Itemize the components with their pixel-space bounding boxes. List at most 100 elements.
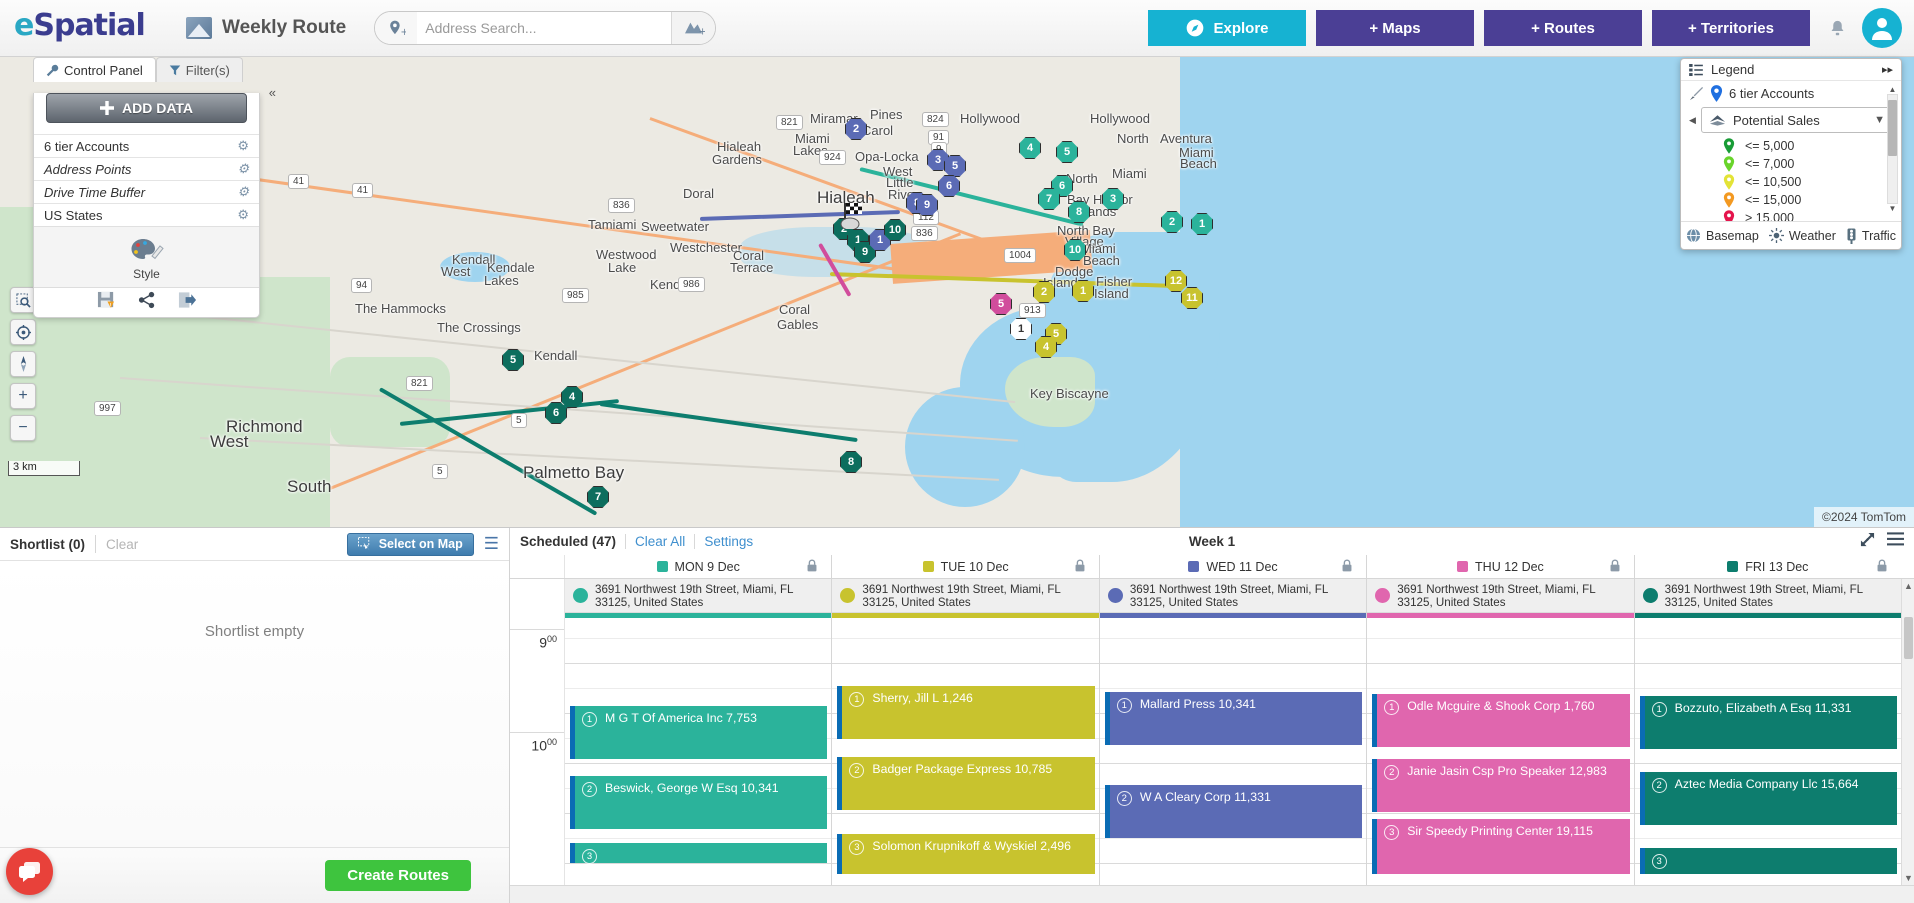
layer-settings-icon[interactable]: ⚙ — [237, 161, 249, 177]
lock-icon[interactable] — [1075, 559, 1085, 575]
scroll-up-icon[interactable]: ▲ — [1887, 85, 1898, 94]
legend-scroll-thumb[interactable] — [1888, 100, 1897, 156]
lock-icon[interactable] — [807, 559, 817, 575]
legend-item[interactable]: <= 5,000 — [1681, 137, 1901, 155]
scheduled-stop[interactable]: 2 Janie Jasin Csp Pro Speaker 12,983 — [1372, 759, 1630, 812]
scheduled-stop[interactable]: 1 M G T Of America Inc 7,753 — [570, 706, 828, 759]
tab-control-panel[interactable]: Control Panel — [33, 57, 156, 82]
depot-row[interactable]: 3691 Northwest 19th Street, Miami, FL 33… — [1099, 579, 1367, 613]
depot-row[interactable]: 3691 Northwest 19th Street, Miami, FL 33… — [565, 579, 832, 613]
scheduled-stop[interactable]: 2 Badger Package Express 10,785 — [837, 757, 1095, 810]
day-column[interactable]: 3691 Northwest 19th Street, Miami, FL 33… — [565, 579, 833, 885]
add-maps-button[interactable]: + Maps — [1316, 10, 1474, 46]
compass-icon[interactable] — [10, 351, 36, 377]
day-column[interactable]: 3691 Northwest 19th Street, Miami, FL 33… — [1367, 579, 1635, 885]
zoom-out-icon[interactable]: − — [10, 415, 36, 441]
basemap-button[interactable]: Basemap — [1686, 228, 1759, 243]
add-pin-icon[interactable]: + — [375, 12, 418, 44]
add-data-button[interactable]: ADD DATA — [46, 93, 247, 123]
legend-expand-icon[interactable]: ▸▸ — [1882, 63, 1893, 76]
scheduled-stop[interactable]: 2 Aztec Media Company Llc 15,664 — [1639, 772, 1898, 825]
scheduled-stop[interactable]: 3 Solomon Krupnikoff & Wyskiel 2,496 — [837, 834, 1095, 874]
layer-row-drive-time-buffer[interactable]: Drive Time Buffer ⚙ — [34, 180, 259, 203]
locate-icon[interactable] — [10, 319, 36, 345]
legend-item[interactable]: <= 7,000 — [1681, 155, 1901, 173]
explore-button[interactable]: Explore — [1148, 10, 1306, 46]
depot-row[interactable]: 3691 Northwest 19th Street, Miami, FL 33… — [1367, 579, 1634, 613]
scheduled-stop[interactable]: 1 Odle Mcguire & Shook Corp 1,760 — [1372, 694, 1630, 747]
legend-scrollbar[interactable]: ▲ ▼ — [1887, 85, 1898, 217]
layer-settings-icon[interactable]: ⚙ — [237, 138, 249, 154]
day-column[interactable]: 3691 Northwest 19th Street, Miami, FL 33… — [1634, 579, 1902, 885]
scheduler-grid[interactable]: 900 1000 3691 Northwest 19th Street, Miam… — [510, 579, 1914, 885]
address-search-bar[interactable]: + + — [374, 11, 717, 45]
layer-row-us-states[interactable]: US States ⚙ — [34, 203, 259, 226]
scroll-down-icon[interactable]: ▼ — [1887, 204, 1898, 213]
create-routes-button[interactable]: Create Routes — [325, 860, 471, 891]
save-icon[interactable]: ! — [97, 291, 116, 315]
map-stop-marker[interactable]: 11 — [1181, 287, 1203, 309]
scheduled-stop[interactable]: 2 W A Cleary Corp 11,331 — [1104, 785, 1363, 838]
day-column-header[interactable]: FRI 13 Dec — [1635, 555, 1901, 578]
scheduler-scrollbar[interactable]: ▲ ▼ — [1901, 579, 1914, 885]
day-column-header[interactable]: WED 11 Dec — [1100, 555, 1368, 578]
collapse-panel-icon[interactable]: « — [269, 85, 276, 100]
map-stop-marker[interactable]: 5 — [1056, 141, 1078, 163]
share-icon[interactable] — [138, 291, 156, 314]
depot-row[interactable]: 3691 Northwest 19th Street, Miami, FL 33… — [832, 579, 1099, 613]
map-canvas[interactable]: Miramar Pines Hollywood Hollywood Carol Hiale… — [0, 57, 1914, 527]
tab-filters[interactable]: Filter(s) — [155, 57, 243, 82]
export-icon[interactable] — [178, 291, 197, 314]
map-stop-marker[interactable]: 2 — [1033, 281, 1055, 303]
scheduled-stop[interactable]: 1 Mallard Press 10,341 — [1104, 692, 1363, 745]
shortlist-menu-icon[interactable]: ☰ — [484, 534, 499, 554]
map-stop-marker[interactable]: 3 — [1102, 188, 1124, 210]
select-on-map-button[interactable]: Select on Map — [346, 532, 474, 556]
lock-icon[interactable] — [1610, 559, 1620, 575]
expand-scheduler-icon[interactable] — [1860, 532, 1875, 552]
day-column-header[interactable]: THU 12 Dec — [1367, 555, 1635, 578]
add-territories-button[interactable]: + Territories — [1652, 10, 1810, 46]
user-avatar[interactable] — [1862, 8, 1902, 48]
depot-row[interactable]: 3691 Northwest 19th Street, Miami, FL 33… — [1634, 579, 1902, 613]
legend-item[interactable]: <= 15,000 — [1681, 191, 1901, 209]
legend-item[interactable]: <= 10,500 — [1681, 173, 1901, 191]
day-column[interactable]: 3691 Northwest 19th Street, Miami, FL 33… — [832, 579, 1100, 885]
scheduled-stop[interactable]: 3 Sir Speedy Printing Center 19,115 — [1372, 819, 1630, 874]
traffic-button[interactable]: Traffic — [1846, 228, 1896, 244]
notifications-bell-icon[interactable] — [1820, 19, 1854, 38]
chat-support-icon[interactable] — [6, 848, 53, 895]
lock-icon[interactable] — [1342, 559, 1352, 575]
layer-settings-icon[interactable]: ⚙ — [237, 207, 249, 223]
map-stop-marker[interactable]: 1 — [1072, 280, 1094, 302]
scheduler-scroll-thumb[interactable] — [1904, 617, 1913, 659]
weather-button[interactable]: Weather — [1768, 228, 1836, 243]
scheduled-stop[interactable]: 3 — [1639, 848, 1898, 874]
scheduler-menu-icon[interactable] — [1887, 532, 1904, 551]
scroll-up-icon[interactable]: ▲ — [1902, 581, 1914, 591]
lock-icon[interactable] — [1877, 559, 1887, 575]
legend-field-select[interactable]: Potential Sales ▼ — [1701, 107, 1893, 133]
scheduled-stop[interactable]: 1 Sherry, Jill L 1,246 — [837, 686, 1095, 739]
map-stop-marker[interactable]: 8 — [1068, 201, 1090, 223]
add-map-layer-icon[interactable]: + — [671, 12, 716, 44]
day-column-header[interactable]: MON 9 Dec — [565, 555, 833, 578]
map-stop-marker[interactable]: 12 — [1165, 270, 1187, 292]
search-input[interactable] — [417, 12, 672, 44]
map-stop-marker[interactable]: 2 — [1161, 211, 1183, 233]
settings-button[interactable]: Settings — [704, 534, 753, 549]
map-stop-marker[interactable]: 1 — [1191, 213, 1213, 235]
day-column[interactable]: 3691 Northwest 19th Street, Miami, FL 33… — [1099, 579, 1368, 885]
chevron-down-icon[interactable]: ▼ — [1874, 114, 1885, 126]
clear-all-button[interactable]: Clear All — [635, 534, 685, 549]
scroll-down-icon[interactable]: ▼ — [1902, 873, 1914, 883]
scheduled-stop[interactable]: 3 — [570, 843, 828, 864]
map-stop-marker[interactable]: 4 — [1035, 336, 1057, 358]
layer-settings-icon[interactable]: ⚙ — [237, 184, 249, 200]
style-section[interactable]: Style — [34, 226, 259, 287]
add-routes-button[interactable]: + Routes — [1484, 10, 1642, 46]
layer-row-address-points[interactable]: Address Points ⚙ — [34, 157, 259, 180]
scheduled-stop[interactable]: 2 Beswick, George W Esq 10,341 — [570, 776, 828, 829]
scheduled-stop[interactable]: 1 Bozzuto, Elizabeth A Esq 11,331 — [1639, 696, 1898, 749]
layer-row-accounts[interactable]: 6 tier Accounts ⚙ — [34, 134, 259, 157]
